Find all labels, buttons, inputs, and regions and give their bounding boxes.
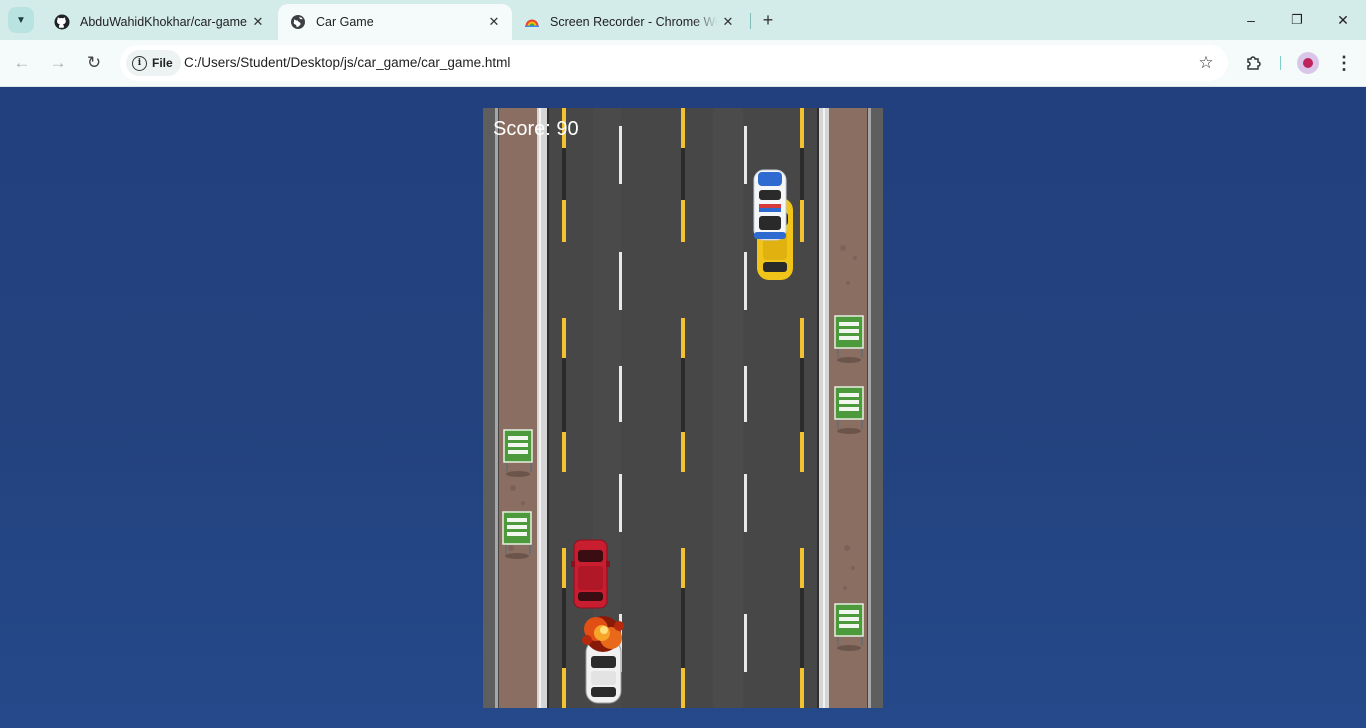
- more-menu-icon[interactable]: ⋮: [1329, 48, 1359, 78]
- globe-icon: [291, 15, 305, 29]
- tab-screen-recorder[interactable]: Screen Recorder - Chrome Web Store ✕: [512, 4, 746, 40]
- close-tab-icon[interactable]: ✕: [718, 12, 738, 32]
- tab-title: Car Game: [316, 15, 374, 29]
- tab-car-game[interactable]: Car Game ✕: [278, 4, 512, 40]
- scheme-label: File: [152, 56, 173, 70]
- score-display: Score: 90: [493, 118, 579, 140]
- avatar-dot: [1303, 58, 1313, 68]
- github-icon: [54, 14, 70, 30]
- tab-strip: ▼ AbduWahidKhokhar/car-game ✕ Car Game ✕…: [0, 0, 1366, 40]
- bookmark-star-icon[interactable]: ☆: [1196, 53, 1216, 73]
- tab-title: AbduWahidKhokhar/car-game: [80, 15, 247, 29]
- tab-search-button[interactable]: ▼: [8, 7, 34, 33]
- game-canvas[interactable]: Score: 90: [483, 108, 883, 708]
- left-guardrail: [537, 108, 547, 708]
- forward-button[interactable]: →: [43, 48, 73, 78]
- browser-toolbar: ← → ↻ i File C:/Users/Student/Desktop/js…: [0, 40, 1366, 87]
- chrome-web-store-icon: [525, 19, 539, 27]
- tab-github[interactable]: AbduWahidKhokhar/car-game ✕: [42, 4, 276, 40]
- toolbar-separator: [1280, 56, 1281, 70]
- page-content: Score: 90: [0, 87, 1366, 728]
- close-window-button[interactable]: ✕: [1320, 0, 1366, 40]
- address-bar[interactable]: i File C:/Users/Student/Desktop/js/car_g…: [120, 45, 1228, 81]
- extensions-icon[interactable]: [1239, 48, 1269, 78]
- road-scene: [483, 108, 883, 708]
- red-car: [571, 539, 610, 609]
- tab-separator: [750, 13, 751, 29]
- minimize-button[interactable]: –: [1228, 0, 1274, 40]
- close-tab-icon[interactable]: ✕: [484, 12, 504, 32]
- profile-avatar[interactable]: [1297, 52, 1319, 74]
- restore-button[interactable]: ❐: [1274, 0, 1320, 40]
- url-text[interactable]: C:/Users/Student/Desktop/js/car_game/car…: [184, 45, 510, 81]
- site-info-chip[interactable]: i File: [126, 50, 181, 76]
- back-button[interactable]: ←: [7, 48, 37, 78]
- info-icon: i: [132, 55, 147, 71]
- chevron-down-icon: ▼: [16, 14, 26, 26]
- tab-title: Screen Recorder - Chrome Web Store: [550, 15, 718, 29]
- police-car: [753, 169, 787, 241]
- left-road-edge: [483, 108, 497, 708]
- puzzle-icon: [1247, 56, 1261, 70]
- left-sidewalk: [499, 108, 537, 708]
- reload-button[interactable]: ↻: [79, 48, 109, 78]
- new-tab-button[interactable]: +: [758, 10, 778, 30]
- close-tab-icon[interactable]: ✕: [248, 12, 268, 32]
